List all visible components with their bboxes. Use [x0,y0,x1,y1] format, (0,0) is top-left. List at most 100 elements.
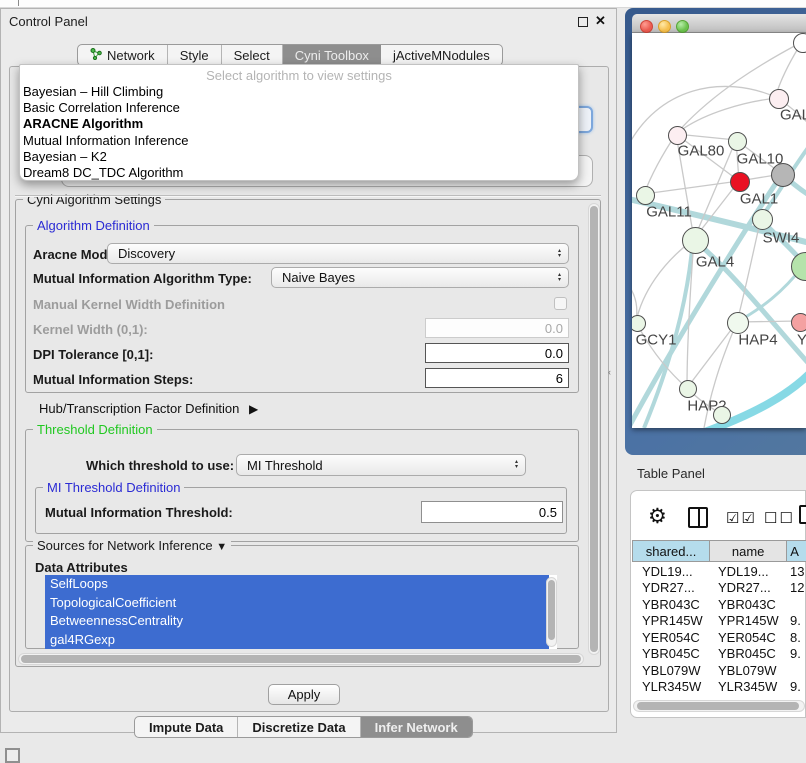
table-row[interactable]: YDR27... YDR27... 12 [632,580,806,597]
table-header-row: shared... name A [632,540,806,562]
network-node-label: Y [797,332,806,349]
tab-impute-data[interactable]: Impute Data [135,717,238,737]
threshold-definition-title: Threshold Definition [33,422,157,437]
mi-steps-input[interactable] [425,368,569,388]
cell-name: YER054C [710,630,788,645]
window-minimize-button[interactable] [658,20,671,33]
column-header-clipped[interactable]: A [786,540,806,562]
table-row[interactable]: YER054C YER054C 8. [632,629,806,646]
cell-value: 9. [788,696,806,699]
table-row[interactable]: YLR345W YLR345W 9. [632,679,806,696]
table-row[interactable]: YBL079W YBL079W [632,662,806,679]
attributes-scrollbar[interactable] [546,577,557,647]
network-node[interactable] [771,163,795,187]
network-node-gcy1[interactable] [632,315,646,332]
table-row[interactable]: YDL19... YDL19... 13 [632,563,806,580]
column-header-shared-name[interactable]: shared... [632,540,709,562]
algorithm-menu-item[interactable]: Bayesian – K2 [22,149,574,165]
stepper-icon: ▴▾ [515,460,518,470]
tab-infer-network[interactable]: Infer Network [361,717,472,737]
clear-all-checkboxes-icon[interactable]: ☐☐ [764,509,795,527]
network-node-label: GAL [780,107,806,124]
aracne-mode-select[interactable]: Discovery ▴▾ [107,243,569,264]
data-attribute-item[interactable]: SelfLoops [45,575,549,594]
network-node[interactable] [713,406,731,424]
float-window-icon[interactable] [578,17,588,27]
network-node[interactable] [793,33,806,53]
network-node-gal11[interactable] [636,186,655,205]
window-close-button[interactable] [640,20,653,33]
apply-button[interactable]: Apply [268,684,340,705]
network-node-gal1[interactable] [730,172,750,192]
export-table-icon[interactable] [799,505,806,524]
network-canvas[interactable]: GALGAL80GAL10GAL1GAL11SWI4GAL4GCY1HAP4YH… [632,33,806,428]
tab-cyni-toolbox-label: Cyni Toolbox [295,48,369,63]
mi-threshold-input[interactable] [421,501,563,523]
cell-shared-name: YDR27... [632,580,710,595]
table-horizontal-scrollbar[interactable] [633,700,805,712]
network-node-label: GAL11 [646,204,692,221]
settings-vertical-scrollbar-thumb[interactable] [590,206,598,652]
tab-jactivemnodules[interactable]: jActiveMNodules [381,45,502,65]
kernel-width-input[interactable] [425,318,569,338]
tab-style[interactable]: Style [168,45,222,65]
network-node-y[interactable] [791,313,806,332]
panel-splitter-handle[interactable]: ‹ [608,367,611,377]
tab-network[interactable]: Network [78,45,168,65]
tab-select[interactable]: Select [222,45,283,65]
settings-vertical-scrollbar[interactable] [588,203,600,655]
network-node-hap2[interactable] [679,380,697,398]
data-attributes-label: Data Attributes [35,560,128,575]
bottom-tabbar: Impute Data Discretize Data Infer Networ… [134,716,473,738]
algorithm-menu-item[interactable]: Basic Correlation Inference [22,100,574,116]
expanded-arrow-icon[interactable]: ▼ [216,541,227,553]
table-horizontal-scrollbar-thumb[interactable] [637,702,799,710]
settings-horizontal-scrollbar[interactable] [18,653,584,665]
tab-infer-network-label: Infer Network [375,720,458,735]
algorithm-menu-item[interactable]: Bayesian – Hill Climbing [22,84,574,100]
mi-type-select[interactable]: Naive Bayes ▴▾ [271,267,569,288]
network-window-titlebar[interactable] [632,14,806,33]
algorithm-menu-item[interactable]: Mutual Information Inference [22,133,574,149]
window-zoom-button[interactable] [676,20,689,33]
network-node-label: GAL4 [696,254,734,271]
which-threshold-select[interactable]: MI Threshold ▴▾ [236,454,526,476]
cell-value: 9. [788,613,806,628]
cell-name: YBL079W [710,663,788,678]
algorithm-definition-title: Algorithm Definition [33,218,154,233]
tab-cyni-toolbox[interactable]: Cyni Toolbox [283,45,381,65]
tab-network-label: Network [107,48,155,63]
table-row[interactable]: YBR043C YBR043C [632,596,806,613]
data-attribute-item[interactable]: gal4RGexp [45,631,549,650]
cell-value: 12 [788,580,806,595]
attributes-scrollbar-thumb[interactable] [548,580,555,640]
select-all-checkboxes-icon[interactable]: ☑☑ [726,509,757,527]
network-node-swi4[interactable] [752,209,773,230]
settings-horizontal-scrollbar-thumb[interactable] [21,655,581,663]
algorithm-menu-item[interactable]: Dream8 DC_TDC Algorithm [22,165,574,181]
control-panel-tabbar: Network Style Select Cyni Toolbox jActiv… [77,44,503,66]
table-row[interactable]: YPR145W YPR145W 9. [632,613,806,630]
gear-icon[interactable]: ⚙ [648,504,667,529]
tab-discretize-data[interactable]: Discretize Data [238,717,360,737]
hub-definition-toggle[interactable]: Hub/Transcription Factor Definition ▶ [39,401,258,416]
cell-shared-name: YPR145W [632,613,710,628]
data-attribute-item[interactable]: BetweennessCentrality [45,612,549,631]
network-node-gal10[interactable] [728,132,747,151]
mi-type-label: Mutual Information Algorithm Type: [33,271,252,286]
split-columns-icon[interactable] [688,507,708,528]
cell-shared-name: YBL079W [632,663,710,678]
cell-name: YIL052C [710,696,788,699]
network-icon [90,47,102,63]
network-node-gal4[interactable] [682,227,709,254]
dock-panel-icon[interactable] [5,748,20,763]
column-header-name[interactable]: name [709,540,786,562]
dpi-tolerance-input[interactable] [425,343,569,363]
table-row[interactable]: YIL052C YIL052C 9. [632,695,806,699]
close-icon[interactable]: ✕ [595,13,606,29]
stepper-icon: ▴▾ [558,273,561,283]
table-row[interactable]: YBR045C YBR045C 9. [632,646,806,663]
algorithm-menu-item[interactable]: ARACNE Algorithm [22,116,574,132]
manual-kernel-checkbox[interactable] [554,297,567,310]
data-attribute-item[interactable]: TopologicalCoefficient [45,594,549,613]
